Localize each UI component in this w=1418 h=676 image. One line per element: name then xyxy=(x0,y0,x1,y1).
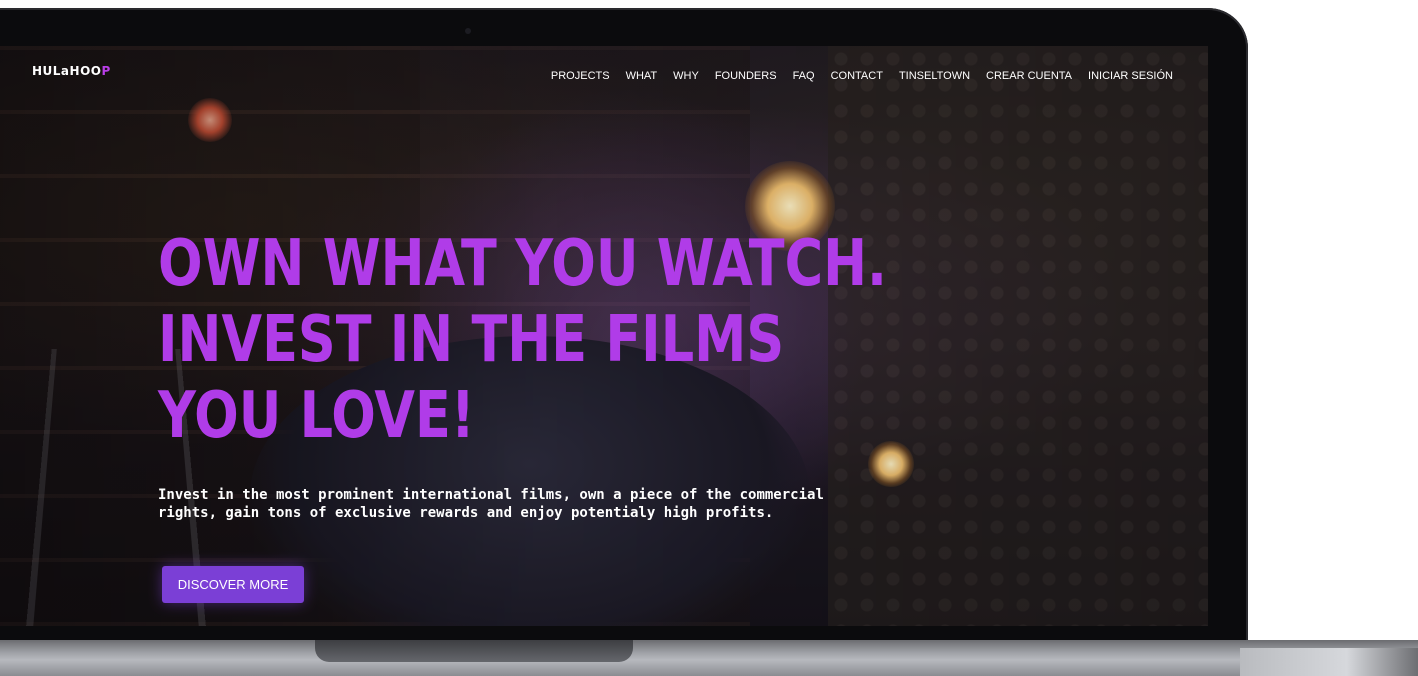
laptop-mockup: HULaHOOP PROJECTS WHAT WHY FOUNDERS FAQ … xyxy=(0,0,1418,676)
logo-text: HULaHOO xyxy=(32,64,102,78)
nav-item-tinseltown[interactable]: TINSELTOWN xyxy=(899,70,970,82)
main-nav: PROJECTS WHAT WHY FOUNDERS FAQ CONTACT T… xyxy=(551,70,1173,82)
discover-more-button[interactable]: DISCOVER MORE xyxy=(162,566,304,603)
nav-item-faq[interactable]: FAQ xyxy=(793,70,815,82)
webcam-icon xyxy=(465,28,471,34)
nav-item-projects[interactable]: PROJECTS xyxy=(551,70,610,82)
laptop-base xyxy=(0,640,1418,676)
hero-title-line: YOU LOVE! xyxy=(158,379,475,453)
nav-item-what[interactable]: WHAT xyxy=(626,70,658,82)
logo-accent-letter: P xyxy=(101,64,111,78)
nav-item-why[interactable]: WHY xyxy=(673,70,699,82)
hero-title-line: OWN WHAT YOU WATCH. xyxy=(158,227,887,301)
hero-subtitle: Invest in the most prominent internation… xyxy=(158,487,824,521)
nav-item-founders[interactable]: FOUNDERS xyxy=(715,70,777,82)
site-logo[interactable]: HULaHOOP xyxy=(32,64,111,78)
laptop-hinge-notch xyxy=(315,640,633,662)
laptop-base-edge xyxy=(1240,648,1418,676)
nav-item-create-account[interactable]: CREAR CUENTA xyxy=(986,70,1072,82)
hero-title-line: INVEST IN THE FILMS xyxy=(158,303,785,377)
hero-title: OWN WHAT YOU WATCH. INVEST IN THE FILMS … xyxy=(158,226,887,454)
website-screen: HULaHOOP PROJECTS WHAT WHY FOUNDERS FAQ … xyxy=(0,46,1208,626)
nav-item-contact[interactable]: CONTACT xyxy=(831,70,883,82)
nav-item-login[interactable]: INICIAR SESIÓN xyxy=(1088,70,1173,82)
